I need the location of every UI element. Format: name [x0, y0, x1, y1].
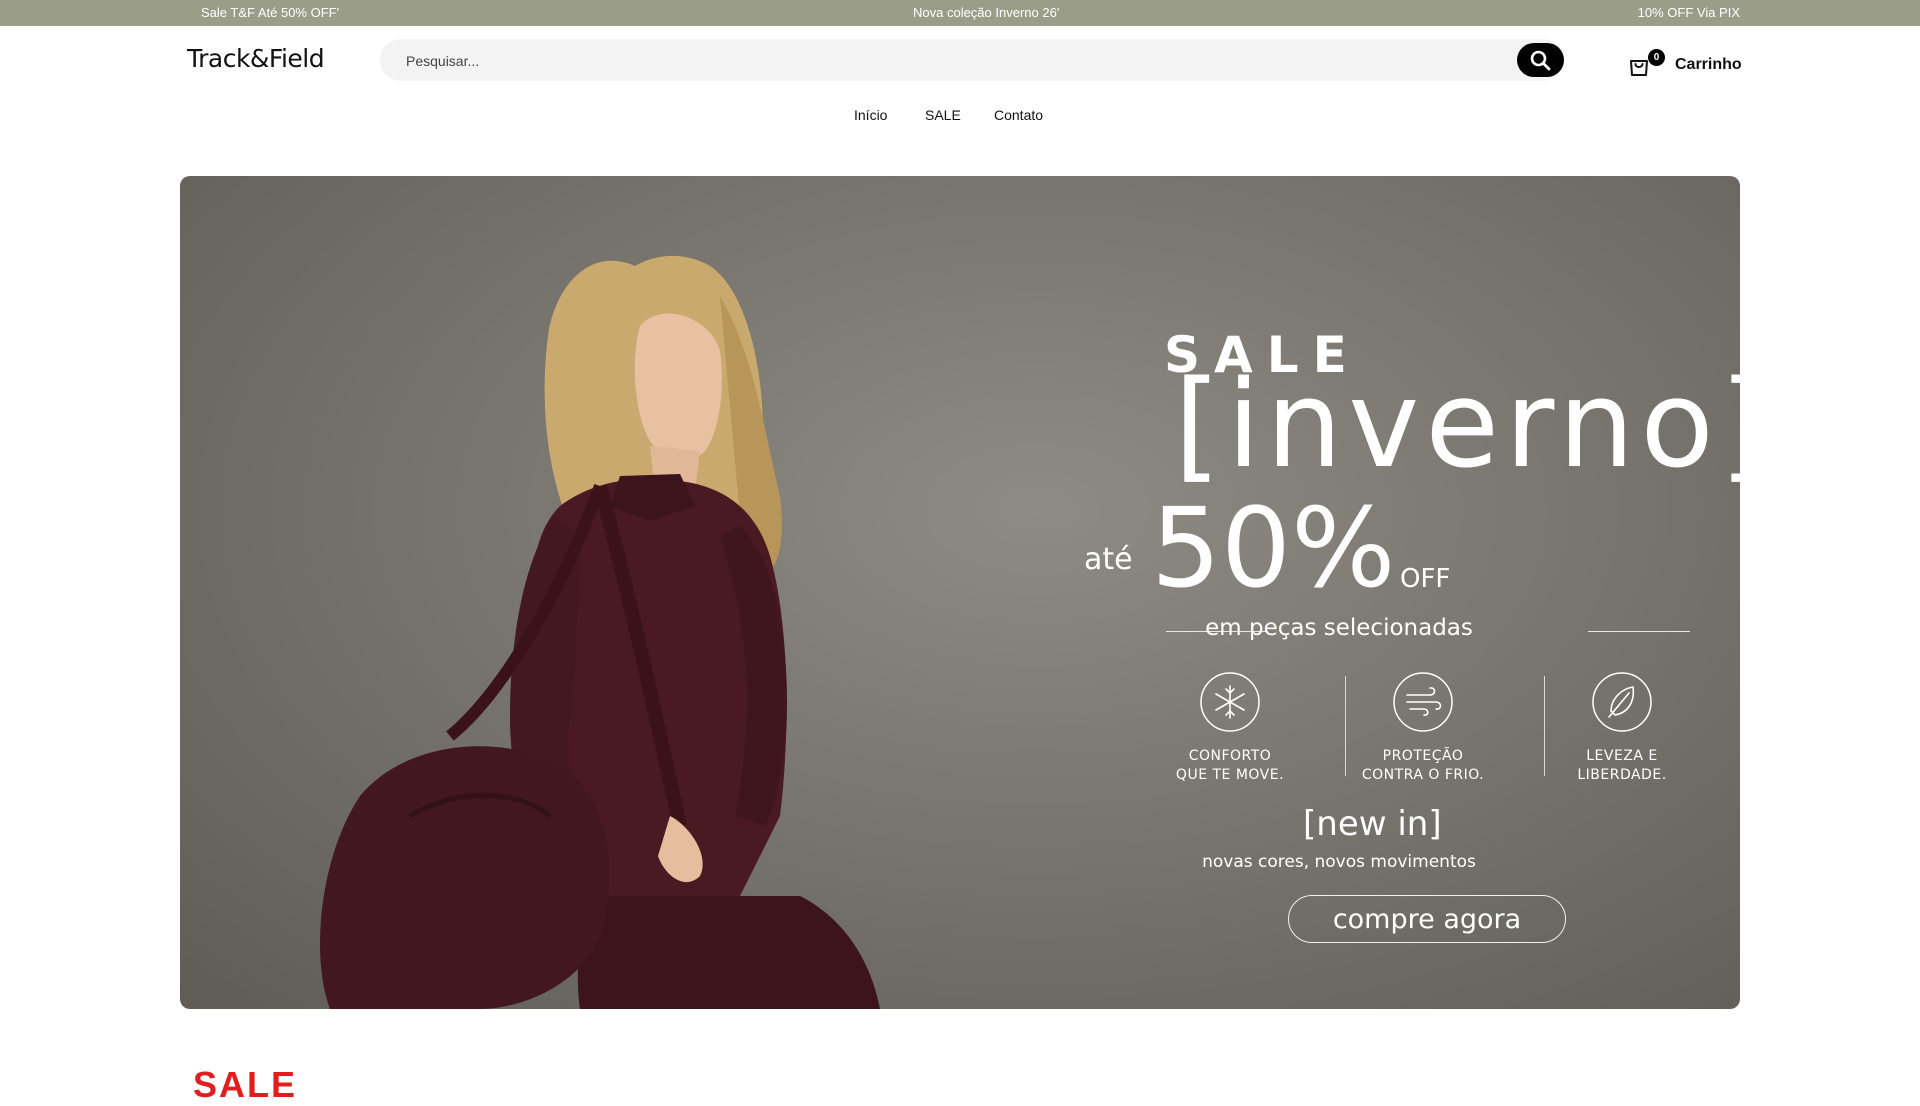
- announcement-sale: Sale T&F Até 50% OFF': [201, 5, 340, 20]
- hero-ate-label: até: [1084, 542, 1133, 577]
- feature-protecao-line1: PROTEÇÃO: [1382, 748, 1464, 764]
- hero-new-in: [new in]: [1303, 804, 1442, 844]
- cart-button[interactable]: 0 Carrinho: [1627, 49, 1743, 82]
- feature-leveza-line1: LEVEZA E: [1586, 748, 1658, 764]
- feature-conforto: CONFORTO QUE TE MOVE.: [1140, 671, 1320, 785]
- search-input[interactable]: [404, 49, 1488, 73]
- section-title-sale: SALE: [193, 1064, 298, 1105]
- hero-inverno-title: [inverno]: [1174, 356, 1740, 495]
- search-bar: [380, 39, 1564, 81]
- hero-text-block: SALE [inverno] até 50% OFF em peças sele…: [980, 176, 1740, 1009]
- snowflake-icon: [1200, 672, 1260, 732]
- announcement-collection: Nova coleção Inverno 26': [913, 5, 1060, 20]
- search-button[interactable]: [1517, 43, 1564, 77]
- announcement-pix: 10% OFF Via PIX: [1637, 5, 1740, 20]
- hero-discount-percent: 50%: [1151, 484, 1396, 612]
- logo[interactable]: Track&Field: [187, 44, 325, 73]
- wind-icon: [1393, 672, 1453, 732]
- nav-item-inicio[interactable]: Início: [854, 107, 887, 123]
- hero-subtitle: em peças selecionadas: [1205, 615, 1473, 641]
- shop-now-button[interactable]: compre agora: [1288, 895, 1566, 943]
- hero-banner[interactable]: SALE [inverno] até 50% OFF em peças sele…: [180, 176, 1740, 1009]
- hero-off-label: OFF: [1400, 564, 1451, 594]
- announcement-bar: Sale T&F Até 50% OFF' Nova coleção Inver…: [0, 0, 1920, 26]
- feature-conforto-line1: CONFORTO: [1188, 748, 1272, 764]
- feature-protecao: PROTEÇÃO CONTRA O FRIO.: [1333, 671, 1513, 785]
- nav-item-contato[interactable]: Contato: [994, 107, 1043, 123]
- search-icon: [1530, 50, 1551, 71]
- cart-count-badge: 0: [1648, 49, 1665, 66]
- hero-new-in-subtitle: novas cores, novos movimentos: [1202, 852, 1476, 872]
- divider-right: [1588, 631, 1690, 632]
- cart-label: Carrinho: [1675, 56, 1742, 73]
- feature-conforto-line2: QUE TE MOVE.: [1175, 767, 1285, 783]
- feature-leveza-line2: LIBERDADE.: [1577, 767, 1667, 783]
- nav-item-sale[interactable]: SALE: [925, 107, 961, 123]
- feature-leveza: LEVEZA E LIBERDADE.: [1532, 671, 1712, 785]
- feather-icon: [1592, 672, 1652, 732]
- feature-protecao-line2: CONTRA O FRIO.: [1361, 767, 1485, 783]
- hero-model-image: [320, 255, 880, 1009]
